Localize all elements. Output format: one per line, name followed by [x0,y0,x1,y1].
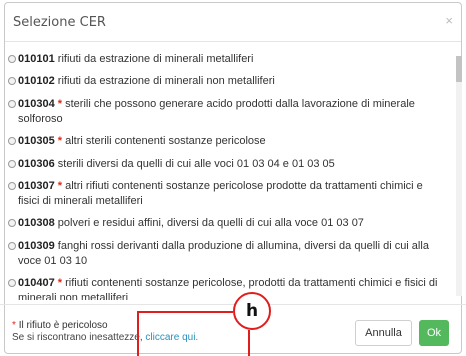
radio-button[interactable] [8,99,16,108]
cer-code: 010307 [18,179,55,192]
cer-description: rifiuti da estrazione di minerali non me… [57,75,275,88]
cer-description: rifiuti contenenti sostanze pericolose, … [18,277,438,300]
ok-button[interactable]: Ok [419,320,449,346]
hazard-star: * [57,179,63,192]
cer-list-item[interactable]: 010407 * rifiuti contenenti sostanze per… [8,276,444,300]
cer-list-item[interactable]: 010305 * altri sterili contenenti sostan… [8,134,444,149]
radio-button[interactable] [8,181,16,190]
radio-button[interactable] [8,137,16,146]
cer-description: sterili che possono generare acido prodo… [18,97,415,125]
hazard-star: * [57,97,63,110]
cer-code: 010101 [18,53,55,65]
report-hint-text: Se si riscontrano inesattezze, [12,332,143,343]
cer-code: 010309 [18,239,55,252]
annotation-pointer-line [137,311,233,356]
radio-button[interactable] [8,77,16,86]
hazard-star: * [12,320,16,331]
dialog-title: Selezione CER [13,15,106,30]
cer-code: 010304 [18,97,55,110]
cer-description: fanghi rossi derivanti dalla produzione … [18,239,429,267]
cer-description: altri rifiuti contenenti sostanze perico… [18,179,423,207]
cer-code: 010308 [18,217,55,230]
cer-code: 010305 [18,135,55,148]
cer-list-item[interactable]: 010306 sterili diversi da quelli di cui … [8,157,444,172]
cer-list-item[interactable]: 010101 rifiuti da estrazione di minerali… [8,52,444,67]
hazard-legend: * Il rifiuto è pericoloso [12,320,108,332]
scrollbar-thumb[interactable] [456,56,462,82]
cer-list-item[interactable]: 010307 * altri rifiuti contenenti sostan… [8,179,444,209]
cer-list-item[interactable]: 010304 * sterili che possono generare ac… [8,97,444,127]
cer-list-item[interactable]: 010102 rifiuti da estrazione di minerali… [8,74,444,89]
hazard-star: * [57,135,63,148]
cancel-button[interactable]: Annulla [355,320,412,346]
cer-description: altri sterili contenenti sostanze perico… [65,135,266,148]
hazard-legend-text: Il rifiuto è pericoloso [18,320,108,331]
close-icon[interactable]: × [445,13,453,28]
dialog-header: Selezione CER × [5,3,461,42]
cer-code: 010102 [18,75,55,88]
cer-list-item[interactable]: 010309 fanghi rossi derivanti dalla prod… [8,239,444,269]
radio-button[interactable] [8,241,16,250]
radio-button[interactable] [8,159,16,168]
cer-description: sterili diversi da quelli di cui alle vo… [57,157,335,170]
cer-list-item[interactable]: 010308 polveri e residui affini, diversi… [8,216,444,231]
radio-button[interactable] [8,279,16,288]
radio-button[interactable] [8,55,16,63]
hazard-star: * [57,277,63,290]
annotation-marker: h [233,292,271,330]
annotation-pointer-stem [248,330,250,356]
cer-code: 010407 [18,277,55,290]
cer-code: 010306 [18,157,55,170]
radio-button[interactable] [8,219,16,228]
list-scrollbar[interactable] [456,56,462,296]
cer-list: 010101 rifiuti da estrazione di minerali… [8,52,444,300]
cer-description: rifiuti da estrazione di minerali metall… [57,53,254,65]
cer-description: polveri e residui affini, diversi da que… [57,217,364,230]
